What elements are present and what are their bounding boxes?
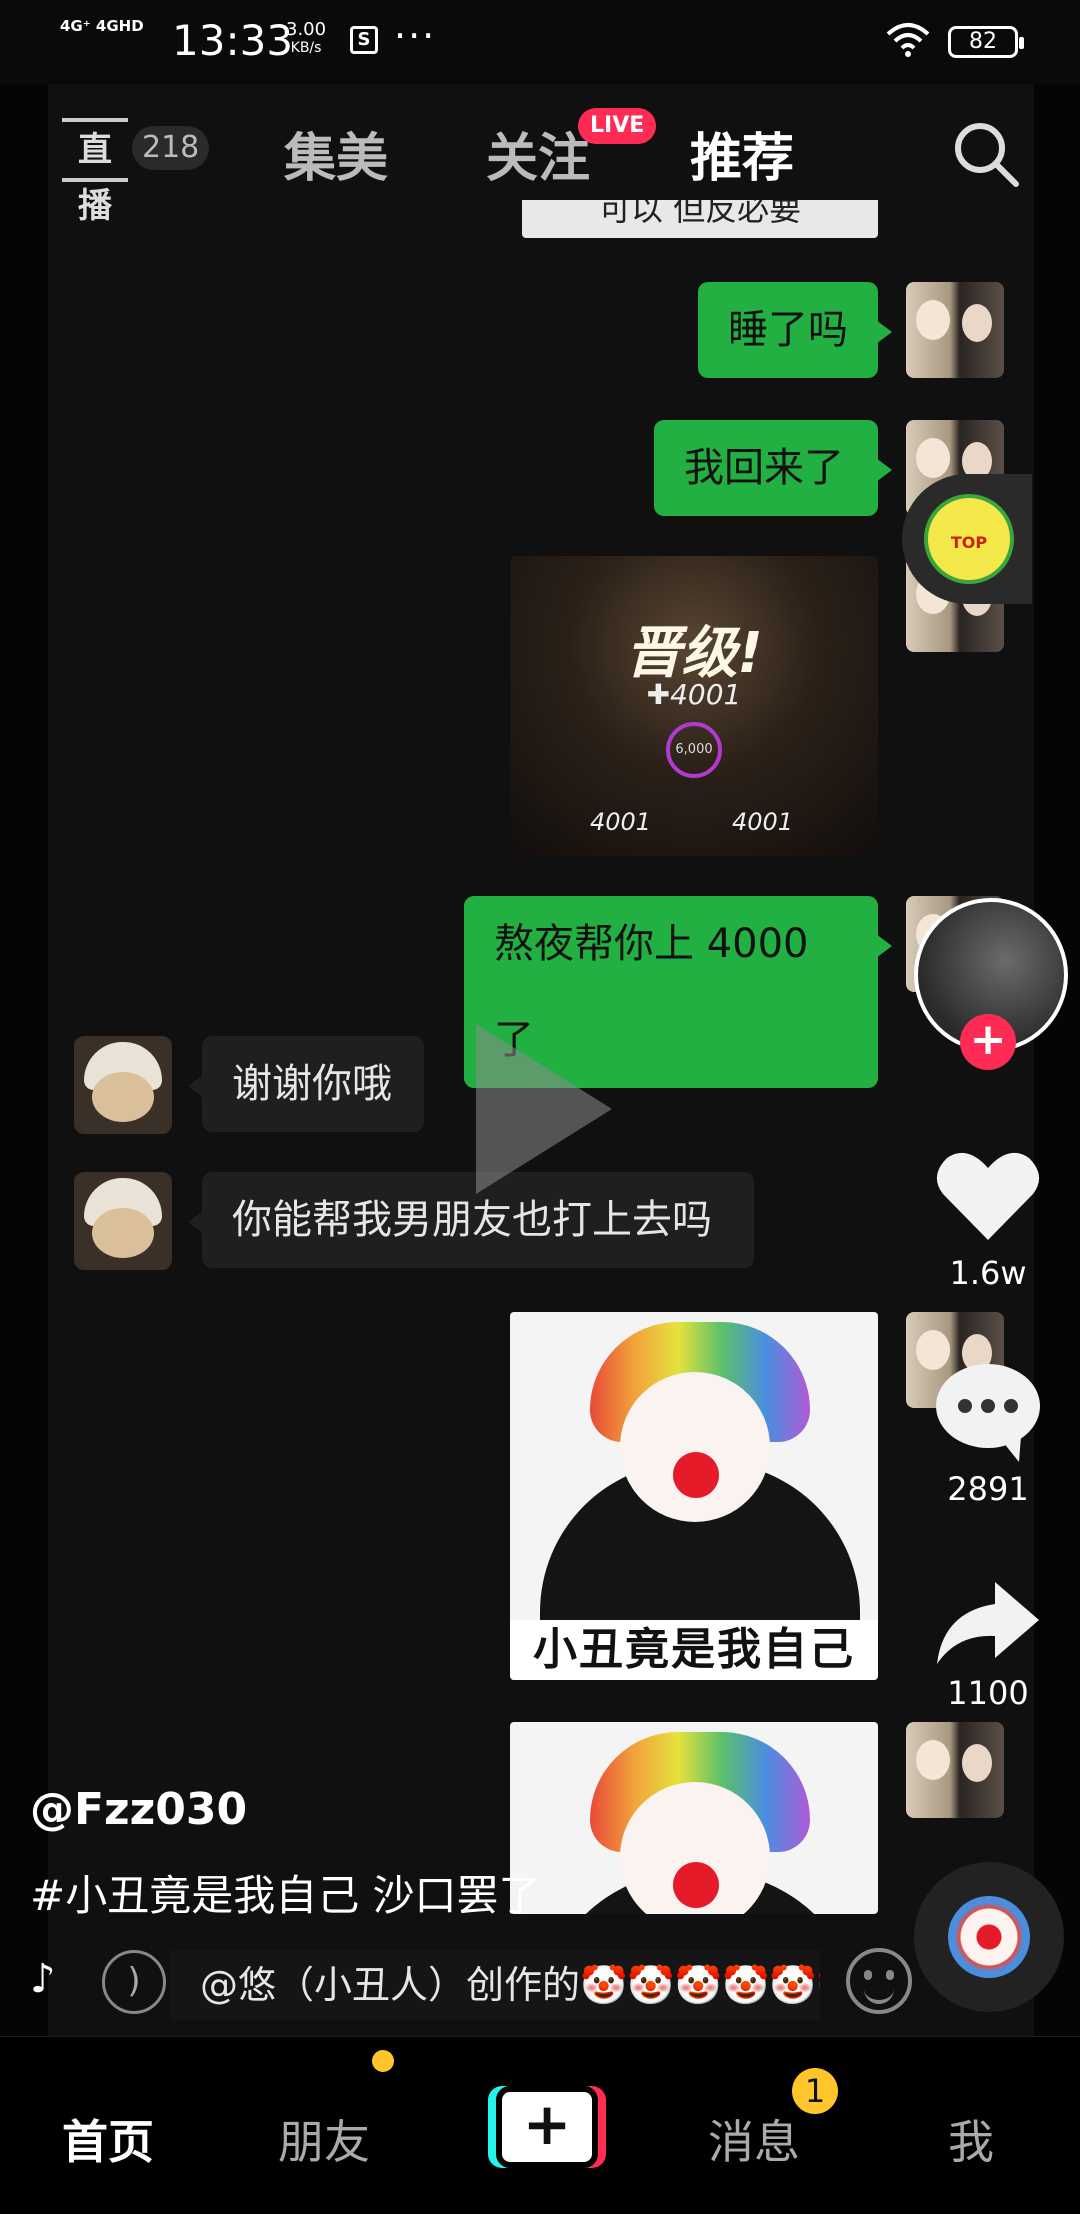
create-button[interactable]: + xyxy=(488,2086,606,2168)
game-card-ring: 6,000 xyxy=(666,722,722,778)
game-card-score: ✚4001 xyxy=(646,678,742,711)
clown-meme-image: 小丑竟是我自己 xyxy=(510,1312,878,1680)
play-icon[interactable] xyxy=(462,1014,622,1204)
search-icon[interactable] xyxy=(946,114,1026,194)
receiver-avatar xyxy=(74,1172,172,1270)
messages-badge: 1 xyxy=(792,2068,838,2114)
chat-bubble-outgoing: 睡了吗 xyxy=(698,282,892,378)
receiver-avatar xyxy=(74,1036,172,1134)
share-count: 1100 xyxy=(947,1674,1029,1712)
app-notification-icon: S xyxy=(350,26,378,54)
promo-sticker[interactable]: TOP xyxy=(902,474,1032,604)
follow-button[interactable]: + xyxy=(960,1014,1016,1070)
live-count: 218 xyxy=(132,126,210,170)
meme-caption: 小丑竟是我自己 xyxy=(510,1620,878,1680)
game-card-title: 晋级! xyxy=(625,621,763,686)
game-card-score-left: 4001 xyxy=(590,808,652,836)
network-speed: 3.00 KB/s xyxy=(286,19,327,56)
live-entry-button[interactable]: 直播 218 xyxy=(62,112,212,226)
like-button[interactable]: 1.6w xyxy=(920,1146,1056,1292)
tab-jimei[interactable]: 集美 xyxy=(284,116,388,191)
music-marquee: @悠（小丑人）创作的🤡🤡🤡🤡🤡🤡 xyxy=(170,1950,820,2020)
chat-bubble-outgoing: 我回来了 xyxy=(654,420,892,516)
live-icon: 直播 xyxy=(62,118,128,226)
like-count: 1.6w xyxy=(949,1254,1027,1292)
sender-avatar xyxy=(906,1722,1004,1818)
nav-profile[interactable]: 我 xyxy=(948,2106,994,2172)
heart-icon xyxy=(936,1152,1040,1240)
author-name[interactable]: @Fzz030 xyxy=(30,1784,247,1835)
game-rank-screenshot: 晋级! ✚4001 6,000 4001 4001 xyxy=(510,556,878,856)
nav-friends[interactable]: 朋友 xyxy=(278,2106,370,2172)
comment-button[interactable]: 2891 xyxy=(920,1362,1056,1508)
music-disc[interactable] xyxy=(914,1862,1064,2012)
comment-icon xyxy=(936,1364,1040,1462)
clock: 13:33 xyxy=(172,16,294,65)
tiktok-logo-icon: ♪ xyxy=(30,1956,56,2002)
tab-following[interactable]: 关注 xyxy=(486,116,590,191)
game-card-score-right: 4001 xyxy=(732,808,794,836)
chat-partial-message: 可以 但反必要 xyxy=(522,200,878,238)
live-badge: LIVE xyxy=(578,108,657,144)
nav-messages[interactable]: 消息 xyxy=(708,2106,800,2172)
friends-notification-dot xyxy=(372,2050,394,2072)
emoji-icon[interactable] xyxy=(846,1948,912,2014)
share-button[interactable]: 1100 xyxy=(920,1578,1056,1712)
wifi-icon xyxy=(886,23,930,57)
more-notifications-icon: ··· xyxy=(394,14,437,58)
plus-icon: + xyxy=(522,2090,572,2158)
sound-icon: ) xyxy=(102,1950,166,2014)
sender-avatar xyxy=(906,282,1004,378)
status-bar: 4G⁺ 4GHD 13:33 3.00 KB/s S ··· 82 xyxy=(0,0,1080,84)
share-arrow-icon xyxy=(937,1582,1039,1664)
music-row[interactable]: ♪ ) @悠（小丑人）创作的🤡🤡🤡🤡🤡🤡 xyxy=(30,1950,890,2020)
nav-home[interactable]: 首页 xyxy=(62,2106,154,2172)
network-indicator: 4G⁺ 4GHD xyxy=(60,17,144,35)
chat-bubble-incoming: 谢谢你哦 xyxy=(188,1036,424,1132)
clown-meme-image xyxy=(510,1722,878,1914)
video-description[interactable]: #小丑竟是我自己 沙口罢了 xyxy=(30,1862,541,1923)
tab-recommended[interactable]: 推荐 xyxy=(690,116,794,191)
comment-count: 2891 xyxy=(947,1470,1029,1508)
battery-indicator: 82 xyxy=(948,26,1024,58)
